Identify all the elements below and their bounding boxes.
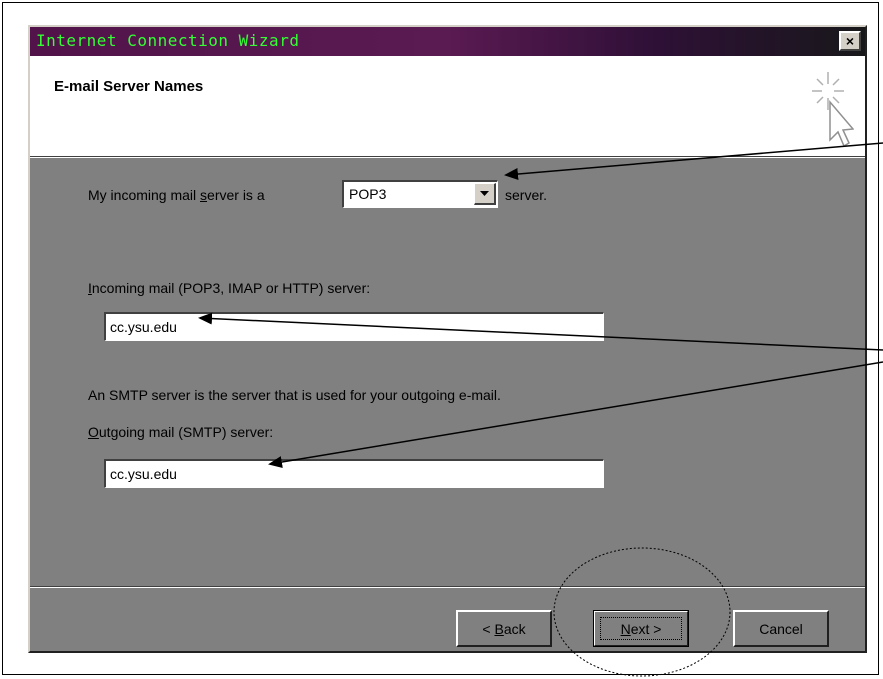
page-title: E-mail Server Names (54, 78, 204, 95)
incoming-server-input[interactable] (104, 312, 604, 341)
outgoing-server-input[interactable] (104, 459, 604, 488)
footer-divider (30, 586, 865, 588)
header-divider (30, 156, 865, 158)
smtp-description: An SMTP server is the server that is use… (88, 387, 501, 403)
wizard-sparkle-cursor-icon (812, 72, 854, 148)
close-button[interactable]: × (839, 31, 861, 51)
chevron-down-icon (480, 190, 489, 196)
window-title: Internet Connection Wizard (36, 31, 300, 50)
server-type-select[interactable]: POP3 (342, 180, 498, 208)
wizard-dialog: Internet Connection Wizard × E-mail Serv… (28, 25, 867, 653)
dropdown-arrow-button[interactable] (474, 183, 496, 205)
server-type-suffix: server. (505, 187, 548, 203)
next-button[interactable]: Next > (593, 610, 689, 647)
server-type-label: My incoming mail server is a (88, 187, 265, 203)
back-button[interactable]: < Back (456, 610, 552, 647)
wizard-header: E-mail Server Names (30, 56, 865, 156)
server-type-value: POP3 (349, 186, 387, 202)
cancel-button[interactable]: Cancel (733, 610, 829, 647)
title-bar[interactable]: Internet Connection Wizard × (30, 27, 865, 56)
incoming-server-label: Incoming mail (POP3, IMAP or HTTP) serve… (88, 280, 371, 296)
close-icon: × (845, 33, 855, 49)
outgoing-server-label: Outgoing mail (SMTP) server: (88, 424, 274, 440)
focus-rectangle (600, 617, 682, 640)
